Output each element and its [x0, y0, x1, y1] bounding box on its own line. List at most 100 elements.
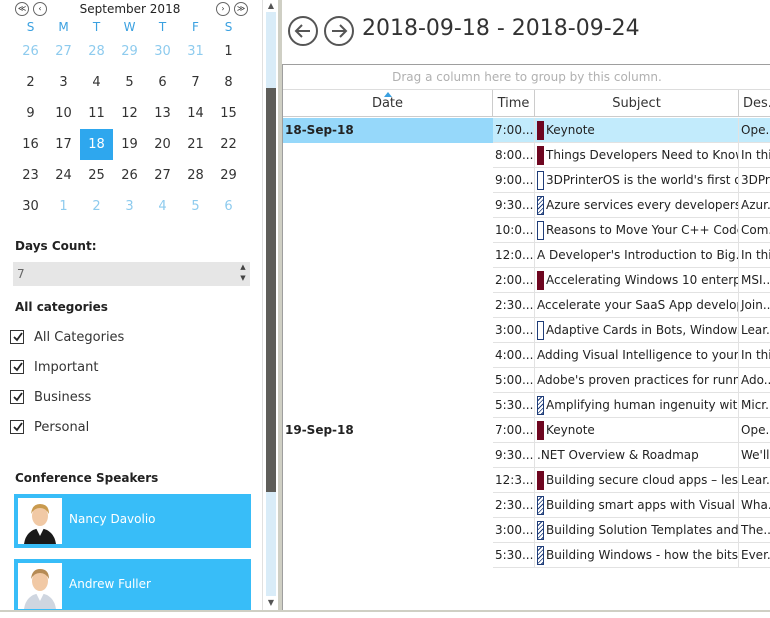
column-header-time[interactable]: Time: [493, 90, 535, 117]
calendar-day[interactable]: 1: [212, 36, 245, 67]
calendar-day[interactable]: 9: [14, 98, 47, 129]
prev-week-button[interactable]: [288, 16, 318, 46]
cell-time[interactable]: 2:00...: [493, 268, 535, 293]
column-header-description[interactable]: Des...: [739, 90, 770, 117]
calendar-day[interactable]: 30: [146, 36, 179, 67]
calendar-day[interactable]: 14: [179, 98, 212, 129]
cell-time[interactable]: 10:0...: [493, 218, 535, 243]
cell-description[interactable]: Ope...: [739, 418, 770, 443]
cell-time[interactable]: 3:00...: [493, 318, 535, 343]
calendar-day[interactable]: 1: [47, 191, 80, 222]
table-row[interactable]: 2:00... Accelerating Windows 10 enterpr..…: [283, 268, 770, 293]
cell-time[interactable]: 12:0...: [493, 243, 535, 268]
cell-description[interactable]: Micr.: [739, 393, 770, 418]
calendar-day[interactable]: 28: [80, 36, 113, 67]
calendar-day[interactable]: 2: [14, 67, 47, 98]
calendar-day[interactable]: 7: [179, 67, 212, 98]
calendar-day[interactable]: 13: [146, 98, 179, 129]
cell-subject[interactable]: Adobe's proven practices for runni...: [535, 368, 739, 393]
calendar-day[interactable]: 23: [14, 160, 47, 191]
table-row[interactable]: 12:0... A Developer's Introduction to Big…: [283, 243, 770, 268]
cell-description[interactable]: Lear.: [739, 468, 770, 493]
calendar-day[interactable]: 4: [80, 67, 113, 98]
cell-subject[interactable]: Keynote: [535, 418, 739, 443]
calendar-day[interactable]: 24: [47, 160, 80, 191]
cell-description[interactable]: Com.: [739, 218, 770, 243]
checkbox[interactable]: [10, 390, 24, 404]
calendar-day[interactable]: 5: [179, 191, 212, 222]
table-row[interactable]: 12:3... Building secure cloud apps – less…: [283, 468, 770, 493]
calendar-day[interactable]: 6: [146, 67, 179, 98]
cell-description[interactable]: Ever.: [739, 543, 770, 568]
cell-subject[interactable]: Azure services every developers...: [535, 193, 739, 218]
cell-time[interactable]: 5:30...: [493, 543, 535, 568]
days-count-spinner[interactable]: ▲ ▼: [236, 262, 250, 286]
scroll-thumb[interactable]: [266, 88, 276, 492]
cell-time[interactable]: 5:00...: [493, 368, 535, 393]
checkbox[interactable]: [10, 420, 24, 434]
checkbox[interactable]: [10, 330, 24, 344]
calendar-day[interactable]: 27: [47, 36, 80, 67]
cell-description[interactable]: Azur.: [739, 193, 770, 218]
cell-description[interactable]: Join...: [739, 293, 770, 318]
table-row[interactable]: 18-Sep-187:00... Keynote Ope...: [283, 118, 770, 143]
scroll-up-icon[interactable]: ▲: [263, 0, 279, 12]
cell-time[interactable]: 4:00...: [493, 343, 535, 368]
calendar-day[interactable]: 4: [146, 191, 179, 222]
cell-description[interactable]: The...: [739, 518, 770, 543]
calendar-day[interactable]: 5: [113, 67, 146, 98]
calendar-day[interactable]: 27: [146, 160, 179, 191]
calendar-first-month-icon[interactable]: ≪: [15, 2, 29, 16]
cell-description[interactable]: Ope...: [739, 118, 770, 143]
cell-description[interactable]: We'll.: [739, 443, 770, 468]
speaker-card[interactable]: Andrew Fuller: [14, 559, 251, 610]
table-row[interactable]: 9:00... 3DPrinterOS is the world's first …: [283, 168, 770, 193]
left-panel-scrollbar[interactable]: ▲ ▼: [262, 0, 278, 610]
calendar-day[interactable]: 6: [212, 191, 245, 222]
calendar-day[interactable]: 8: [212, 67, 245, 98]
cell-subject[interactable]: Amplifying human ingenuity with...: [535, 393, 739, 418]
cell-subject[interactable]: Building secure cloud apps – less...: [535, 468, 739, 493]
table-row[interactable]: 5:30... Amplifying human ingenuity with..…: [283, 393, 770, 418]
calendar-last-month-icon[interactable]: ≫: [234, 2, 248, 16]
cell-subject[interactable]: Adaptive Cards in Bots, Windows,...: [535, 318, 739, 343]
cell-time[interactable]: 12:3...: [493, 468, 535, 493]
cell-subject[interactable]: Things Developers Need to Know...: [535, 143, 739, 168]
spin-up-icon[interactable]: ▲: [236, 262, 250, 273]
cell-description[interactable]: Lear.: [739, 318, 770, 343]
cell-time[interactable]: 2:30...: [493, 293, 535, 318]
cell-description[interactable]: Ado..: [739, 368, 770, 393]
table-row[interactable]: 9:30... Azure services every developers..…: [283, 193, 770, 218]
cell-time[interactable]: 2:30...: [493, 493, 535, 518]
cell-time[interactable]: 9:30...: [493, 193, 535, 218]
cell-subject[interactable]: A Developer's Introduction to Big...: [535, 243, 739, 268]
calendar-day[interactable]: 16: [14, 129, 47, 160]
group-by-panel[interactable]: Drag a column here to group by this colu…: [283, 65, 770, 89]
calendar-day[interactable]: 2: [80, 191, 113, 222]
calendar-day[interactable]: 31: [179, 36, 212, 67]
table-row[interactable]: 5:30... Building Windows - how the bits..…: [283, 543, 770, 568]
checkbox[interactable]: [10, 360, 24, 374]
cell-time[interactable]: 9:30...: [493, 443, 535, 468]
calendar-day-selected[interactable]: 18: [80, 129, 113, 160]
cell-time[interactable]: 5:30...: [493, 393, 535, 418]
calendar-day[interactable]: 22: [212, 129, 245, 160]
calendar-day[interactable]: 3: [47, 67, 80, 98]
calendar-day[interactable]: 11: [80, 98, 113, 129]
calendar-day[interactable]: 12: [113, 98, 146, 129]
cell-description[interactable]: Wha.: [739, 493, 770, 518]
table-row[interactable]: 8:00... Things Developers Need to Know...…: [283, 143, 770, 168]
cell-description[interactable]: In thi: [739, 343, 770, 368]
days-count-input[interactable]: 7: [13, 262, 250, 286]
calendar-day[interactable]: 26: [14, 36, 47, 67]
cell-subject[interactable]: Accelerating Windows 10 enterpr...: [535, 268, 739, 293]
table-row[interactable]: 2:30... Building smart apps with Visual S…: [283, 493, 770, 518]
calendar-next-month-icon[interactable]: ›: [216, 2, 230, 16]
cell-time[interactable]: 3:00...: [493, 518, 535, 543]
scroll-down-icon[interactable]: ▼: [263, 597, 279, 609]
cell-subject[interactable]: .NET Overview & Roadmap: [535, 443, 739, 468]
column-header-subject[interactable]: Subject: [535, 90, 739, 117]
cell-subject[interactable]: Building Solution Templates and...: [535, 518, 739, 543]
calendar-day[interactable]: 19: [113, 129, 146, 160]
cell-time[interactable]: 7:00...: [493, 118, 535, 143]
